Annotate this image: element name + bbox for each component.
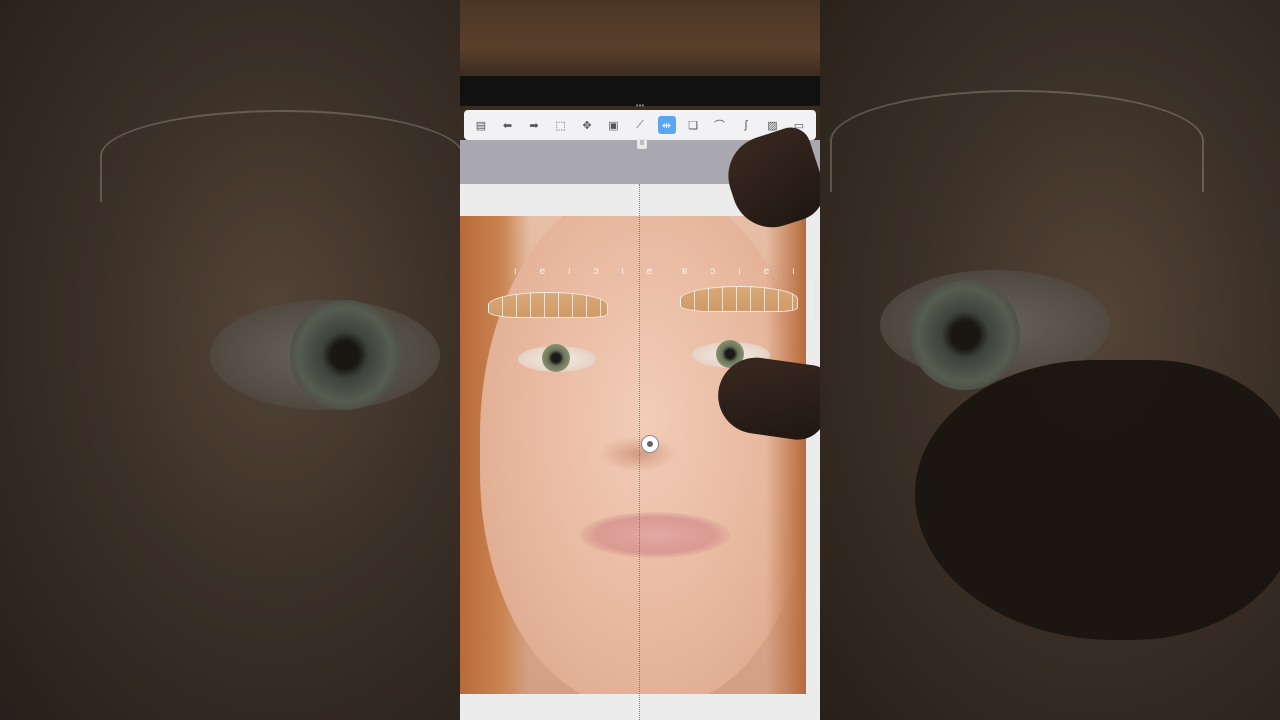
symmetry-pivot-handle[interactable] [642,436,658,452]
nose [598,436,678,472]
pen-icon[interactable]: ʃ [737,116,755,134]
iris-left [542,344,570,372]
move-icon[interactable]: ✥ [578,116,596,134]
eyebrow-left-stencil[interactable] [488,292,608,318]
symmetry-guide-button[interactable]: II [637,139,647,149]
menu-icon[interactable]: ▤ [472,116,490,134]
selection-icon[interactable]: ⬚ [552,116,570,134]
blurred-backdrop-left [0,0,460,720]
brow-measure-marks-right: ɐ ɔ ı e ı [682,266,805,277]
face-photo[interactable]: ı e ı ɔ ı e ɐ ɔ ı e ı [460,216,806,694]
desk-surface [460,0,820,78]
side-panel-tab[interactable] [814,276,820,320]
eyebrow-right-stencil[interactable] [680,286,798,312]
symmetry-icon[interactable]: ⇹ [657,116,676,134]
brow-measure-marks-left: ı e ı ɔ ı e [514,266,663,277]
curve-icon[interactable]: ⌒ [711,116,729,134]
undo-icon[interactable]: ⬅ [499,116,517,134]
ruler-icon[interactable]: ⟋ [631,116,649,134]
redo-icon[interactable]: ➡ [525,116,543,134]
layers-icon[interactable]: ❏ [684,116,702,134]
symmetry-axis-line [639,184,640,720]
tablet-screen: ••• ▤ ⬅ ➡ ⬚ ✥ ▣ ⟋ ⇹ ❏ ⌒ ʃ ▨ ▭ II ı e ı ɔ ı e ɐ ɔ ı e… [460,0,820,720]
blurred-backdrop-right [820,0,1280,720]
lips [580,512,730,558]
canvas-icon[interactable]: ▣ [605,116,623,134]
drag-handle[interactable]: ••• [633,102,647,110]
